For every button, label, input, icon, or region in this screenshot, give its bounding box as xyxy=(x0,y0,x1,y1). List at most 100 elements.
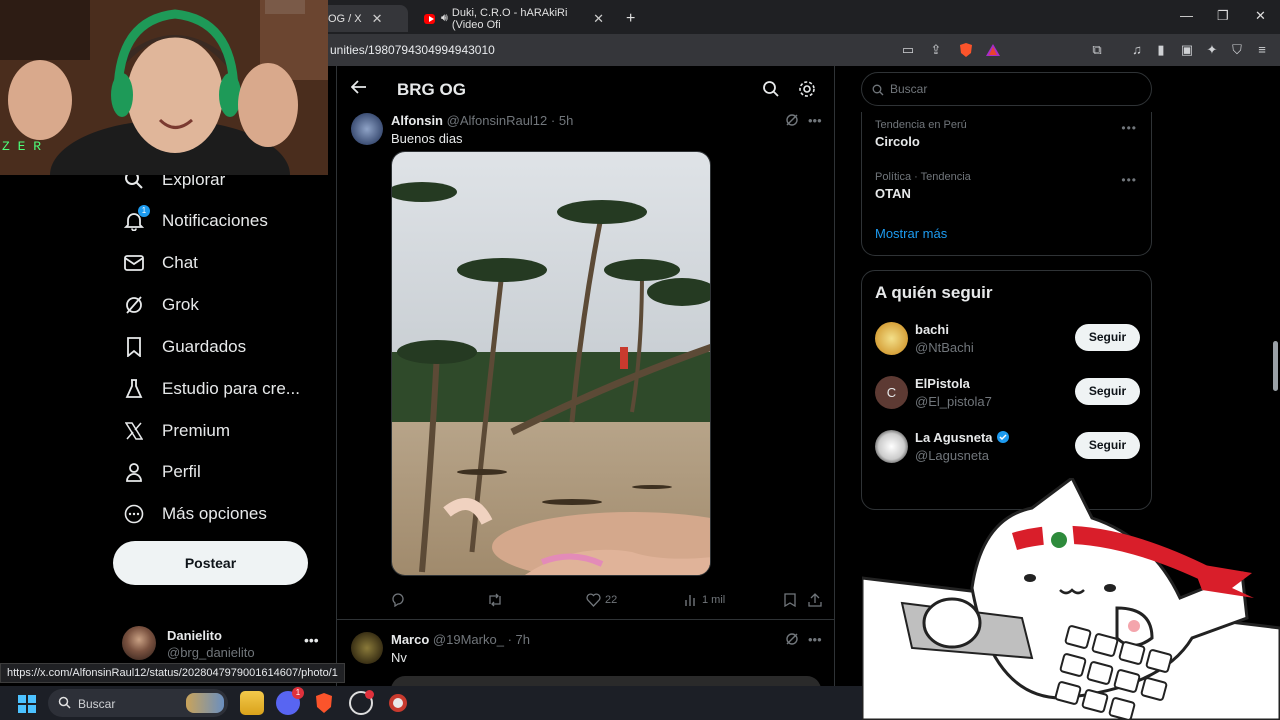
windows-start-icon[interactable] xyxy=(18,695,36,718)
search-input[interactable]: Buscar xyxy=(861,72,1152,106)
cast-icon[interactable]: ▭ xyxy=(900,42,916,58)
url-field[interactable]: unities/1980794304994943010 xyxy=(330,43,495,57)
close-window-icon[interactable]: ✕ xyxy=(1255,8,1266,24)
views-button[interactable]: 1 mil xyxy=(684,593,725,607)
user-handle: @Lagusneta xyxy=(915,448,989,463)
show-more-link[interactable]: Mostrar más xyxy=(875,226,947,241)
post-photo[interactable] xyxy=(391,151,711,576)
bookmark-icon xyxy=(122,335,146,359)
bongo-cat-overlay xyxy=(860,475,1280,720)
follow-suggestion[interactable]: C ElPistola @El_pistola7 Seguir xyxy=(875,376,1140,412)
trend-item[interactable]: Tendencia en Perú Circolo xyxy=(875,119,967,149)
windows-taskbar: Buscar 1 xyxy=(0,686,862,720)
restore-icon[interactable]: ❐ xyxy=(1217,8,1229,24)
share-icon[interactable]: ⇪ xyxy=(928,42,944,58)
follow-suggestion[interactable]: La Agusneta @Lagusneta Seguir xyxy=(875,430,1140,466)
post-time[interactable]: 5h xyxy=(559,113,573,128)
nav-notificaciones[interactable]: 1 Notificaciones xyxy=(122,205,268,233)
search-icon xyxy=(58,696,71,714)
nav-estudio[interactable]: Estudio para cre... xyxy=(122,377,300,401)
post-author[interactable]: Marco @19Marko_ · 7h xyxy=(391,632,530,647)
bookmark-button[interactable] xyxy=(784,593,800,607)
recording-dot xyxy=(365,690,374,699)
repost-button[interactable] xyxy=(487,593,507,607)
community-header: BRG OG xyxy=(337,66,834,112)
follow-suggestion[interactable]: bachi @NtBachi Seguir xyxy=(875,322,1140,358)
avatar[interactable] xyxy=(351,632,383,664)
nav-grok[interactable]: Grok xyxy=(122,293,199,317)
follow-button[interactable]: Seguir xyxy=(1075,378,1140,405)
like-button[interactable]: 22 xyxy=(586,593,617,607)
more-icon[interactable]: ••• xyxy=(808,632,822,647)
community-title: BRG OG xyxy=(397,80,466,99)
brave-shield-icon[interactable] xyxy=(958,42,974,58)
grok-icon[interactable] xyxy=(785,632,799,646)
vpn-icon[interactable]: ⛉ xyxy=(1229,42,1245,58)
scrollbar[interactable] xyxy=(1273,341,1278,391)
app-icon[interactable] xyxy=(386,691,410,715)
close-tab-icon[interactable]: ✕ xyxy=(372,11,383,27)
nav-premium[interactable]: Premium xyxy=(122,419,230,443)
leo-ai-icon[interactable]: ✦ xyxy=(1204,42,1220,58)
trend-context: Política · Tendencia xyxy=(875,171,971,183)
bookmark-icon xyxy=(784,593,796,607)
webcam-overlay-text: Z E R xyxy=(2,139,41,154)
new-tab-button[interactable]: + xyxy=(616,5,645,32)
post[interactable]: Marco @19Marko_ · 7h ••• Nv xyxy=(337,632,834,686)
close-tab-icon[interactable]: ✕ xyxy=(593,11,604,27)
sidebar-icon[interactable]: ▮ xyxy=(1153,42,1169,58)
person-icon xyxy=(122,460,146,484)
trend-item[interactable]: Política · Tendencia OTAN xyxy=(875,171,971,201)
more-icon[interactable]: ••• xyxy=(1121,173,1137,187)
more-icon[interactable]: ••• xyxy=(808,113,822,128)
x-logo-icon xyxy=(122,419,146,443)
post[interactable]: Alfonsin @AlfonsinRaul12 · 5h ••• Buenos… xyxy=(337,113,834,623)
brave-rewards-icon[interactable] xyxy=(985,42,1001,58)
follow-button[interactable]: Seguir xyxy=(1075,432,1140,459)
author-handle: @19Marko_ xyxy=(432,632,504,647)
avatar: C xyxy=(875,376,908,409)
post-text: Buenos dias xyxy=(391,131,463,146)
menu-icon[interactable]: ≡ xyxy=(1254,42,1270,58)
avatar xyxy=(122,626,156,660)
settings-gear-icon[interactable] xyxy=(798,80,816,98)
obs-icon[interactable] xyxy=(349,690,374,715)
reply-button[interactable] xyxy=(391,593,409,607)
back-arrow-icon[interactable] xyxy=(350,80,367,99)
post-divider xyxy=(337,619,834,620)
post-time[interactable]: 7h xyxy=(516,632,530,647)
mail-icon xyxy=(122,251,146,275)
nav-guardados[interactable]: Guardados xyxy=(122,335,246,359)
more-icon[interactable]: ••• xyxy=(304,632,319,648)
follow-button[interactable]: Seguir xyxy=(1075,324,1140,351)
user-name: ElPistola xyxy=(915,376,970,391)
grok-icon[interactable] xyxy=(785,113,799,127)
user-handle: @NtBachi xyxy=(915,340,974,355)
nav-label: Perfil xyxy=(162,462,201,481)
post-author[interactable]: Alfonsin @AlfonsinRaul12 · 5h xyxy=(391,113,573,128)
account-switcher[interactable]: Danielito @brg_danielito ••• xyxy=(122,626,322,662)
post-media-preview[interactable] xyxy=(391,676,821,686)
more-icon[interactable]: ••• xyxy=(1121,121,1137,135)
file-explorer-icon[interactable] xyxy=(240,691,264,715)
notification-badge: 1 xyxy=(138,205,150,217)
discord-badge: 1 xyxy=(292,687,304,699)
screenshot-icon[interactable]: ⧉ xyxy=(1089,42,1105,58)
brave-browser-icon[interactable] xyxy=(312,691,336,715)
nav-chat[interactable]: Chat xyxy=(122,251,198,275)
avatar[interactable] xyxy=(351,113,383,145)
author-name: Marco xyxy=(391,632,430,647)
music-icon[interactable]: ♫ xyxy=(1129,42,1145,58)
share-button[interactable] xyxy=(808,593,826,607)
post-button[interactable]: Postear xyxy=(113,541,308,585)
taskbar-search[interactable]: Buscar xyxy=(48,689,228,717)
tab-brg-og[interactable]: OG / X ✕ xyxy=(318,5,408,32)
search-icon[interactable] xyxy=(762,80,780,98)
discord-icon[interactable]: 1 xyxy=(276,687,304,715)
nav-label: Chat xyxy=(162,253,198,272)
wallet-icon[interactable]: ▣ xyxy=(1179,42,1195,58)
minimize-icon[interactable]: — xyxy=(1180,8,1193,23)
tab-youtube[interactable]: 🔊︎ Duki, C.R.O - hARAkiRi (Video Ofi ✕ xyxy=(414,5,614,32)
nav-perfil[interactable]: Perfil xyxy=(122,460,201,484)
nav-mas-opciones[interactable]: Más opciones xyxy=(122,502,267,526)
